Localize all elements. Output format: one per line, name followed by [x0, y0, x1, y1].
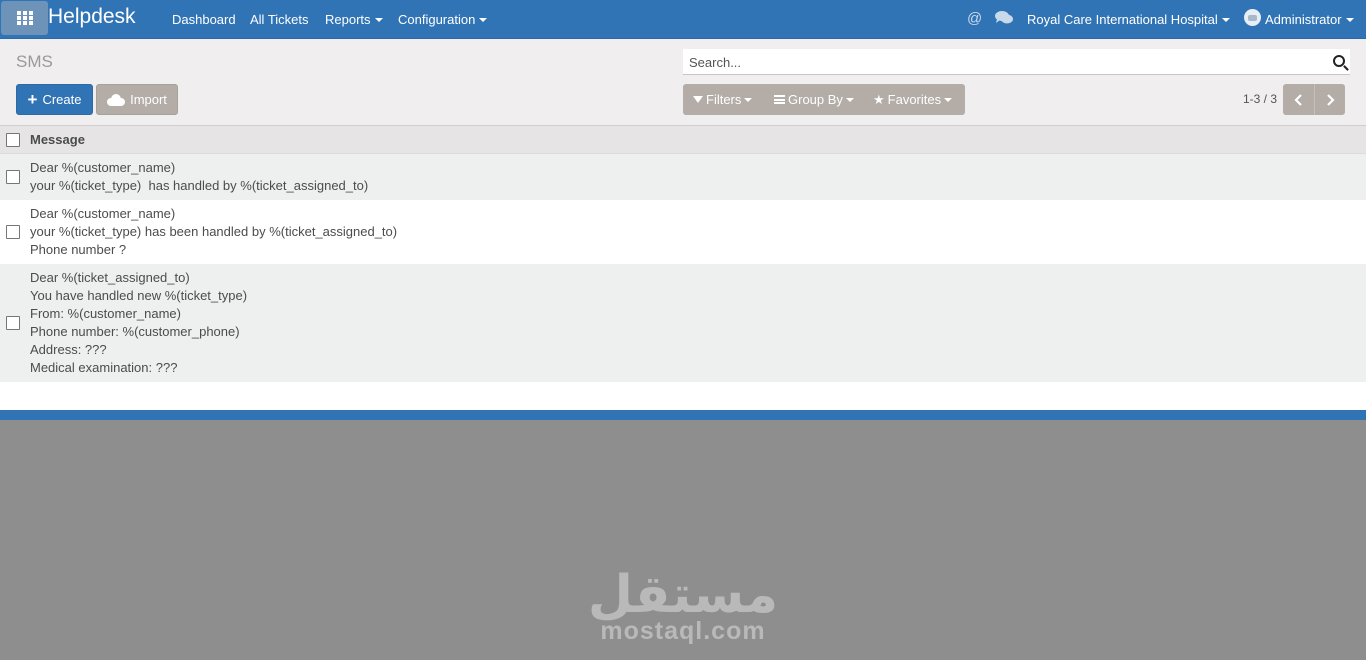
search-input[interactable]: [683, 49, 1323, 75]
groupby-dropdown[interactable]: Group By: [774, 92, 873, 107]
message-line: You have handled new %(ticket_type): [30, 288, 248, 303]
top-navbar: Helpdesk Dashboard All Tickets Reports C…: [0, 0, 1366, 39]
chevron-left-icon: [1293, 93, 1302, 106]
row-checkbox[interactable]: [6, 170, 20, 184]
control-panel: SMS + Create Import Filters Group By ★ F…: [0, 39, 1366, 126]
message-line: Phone number: %(customer_phone): [30, 324, 240, 339]
message-line: Dear %(customer_name): [30, 160, 176, 175]
caret-down-icon: [1221, 18, 1230, 22]
message-line: From: %(customer_name): [30, 306, 181, 321]
create-label: Create: [42, 92, 82, 107]
row-checkbox[interactable]: [6, 225, 20, 239]
chevron-right-icon: [1327, 93, 1335, 106]
select-all-checkbox[interactable]: [6, 133, 20, 147]
avatar[interactable]: [1244, 9, 1261, 26]
list-view: Message Dear %(customer_name) your %(tic…: [0, 126, 1366, 382]
message-cell: Dear %(customer_name) your %(ticket_type…: [30, 205, 397, 259]
user-menu[interactable]: Administrator: [1265, 12, 1354, 27]
caret-down-icon: [744, 97, 753, 102]
caret-down-icon: [845, 97, 854, 102]
company-name: Royal Care International Hospital: [1027, 12, 1218, 27]
message-line: your %(ticket_type) has handled by %(tic…: [30, 178, 369, 193]
filter-icon: [693, 96, 703, 103]
apps-menu-button[interactable]: [1, 1, 48, 35]
watermark-logo-arabic: مستقل: [587, 565, 779, 625]
pager-value[interactable]: 1-3 / 3: [1243, 92, 1277, 106]
nav-configuration-label: Configuration: [398, 12, 476, 27]
nav-all-tickets[interactable]: All Tickets: [250, 12, 309, 27]
list-header: Message: [0, 126, 1366, 154]
message-line: Phone number ?: [30, 242, 127, 257]
import-button[interactable]: Import: [96, 84, 178, 115]
search-options: Filters Group By ★ Favorites: [683, 84, 965, 115]
message-cell: Dear %(customer_name) your %(ticket_type…: [30, 159, 368, 195]
favorites-dropdown[interactable]: ★ Favorites: [873, 91, 953, 108]
apps-grid-icon: [16, 11, 33, 25]
filters-label: Filters: [706, 92, 742, 107]
message-line: Dear %(customer_name): [30, 206, 176, 221]
app-brand[interactable]: Helpdesk: [48, 5, 136, 29]
column-header-message[interactable]: Message: [30, 132, 85, 147]
message-cell: Dear %(ticket_assigned_to) You have hand…: [30, 269, 247, 377]
chat-bubbles-icon[interactable]: [995, 10, 1013, 28]
message-line: Dear %(ticket_assigned_to): [30, 270, 190, 285]
gray-overlay: مستقل mostaql.com: [0, 420, 1366, 660]
import-label: Import: [130, 92, 167, 107]
nav-dashboard[interactable]: Dashboard: [172, 12, 236, 27]
nav-reports-label: Reports: [325, 12, 371, 27]
footer-divider: [0, 410, 1366, 420]
message-line: Address: ???: [30, 342, 107, 357]
caret-down-icon: [944, 97, 953, 102]
nav-configuration[interactable]: Configuration: [398, 12, 488, 27]
company-switcher[interactable]: Royal Care International Hospital: [1027, 12, 1230, 27]
table-row[interactable]: Dear %(customer_name) your %(ticket_type…: [0, 200, 1366, 264]
row-checkbox[interactable]: [6, 316, 20, 330]
bars-icon: [774, 95, 785, 104]
message-line: Medical examination: ???: [30, 360, 178, 375]
pager-previous-button[interactable]: [1283, 84, 1314, 115]
table-row[interactable]: Dear %(customer_name) your %(ticket_type…: [0, 154, 1366, 200]
cloud-upload-icon: [107, 93, 126, 106]
caret-down-icon: [374, 18, 383, 22]
at-sign-icon[interactable]: @: [967, 10, 982, 27]
caret-down-icon: [1345, 18, 1354, 22]
message-line: your %(ticket_type) has been handled by …: [30, 224, 398, 239]
filters-dropdown[interactable]: Filters: [693, 92, 774, 107]
breadcrumb: SMS: [16, 52, 53, 71]
search-icon[interactable]: [1333, 55, 1345, 67]
user-name: Administrator: [1265, 12, 1342, 27]
caret-down-icon: [479, 18, 488, 22]
groupby-label: Group By: [788, 92, 843, 107]
nav-reports[interactable]: Reports: [325, 12, 383, 27]
star-icon: ★: [873, 91, 885, 107]
pager-next-button[interactable]: [1314, 84, 1345, 115]
plus-icon: +: [27, 90, 38, 109]
table-row[interactable]: Dear %(ticket_assigned_to) You have hand…: [0, 264, 1366, 382]
watermark-logo-latin: mostaql.com: [600, 617, 766, 645]
search-box: [683, 49, 1350, 75]
favorites-label: Favorites: [887, 92, 942, 107]
create-button[interactable]: + Create: [16, 84, 93, 115]
